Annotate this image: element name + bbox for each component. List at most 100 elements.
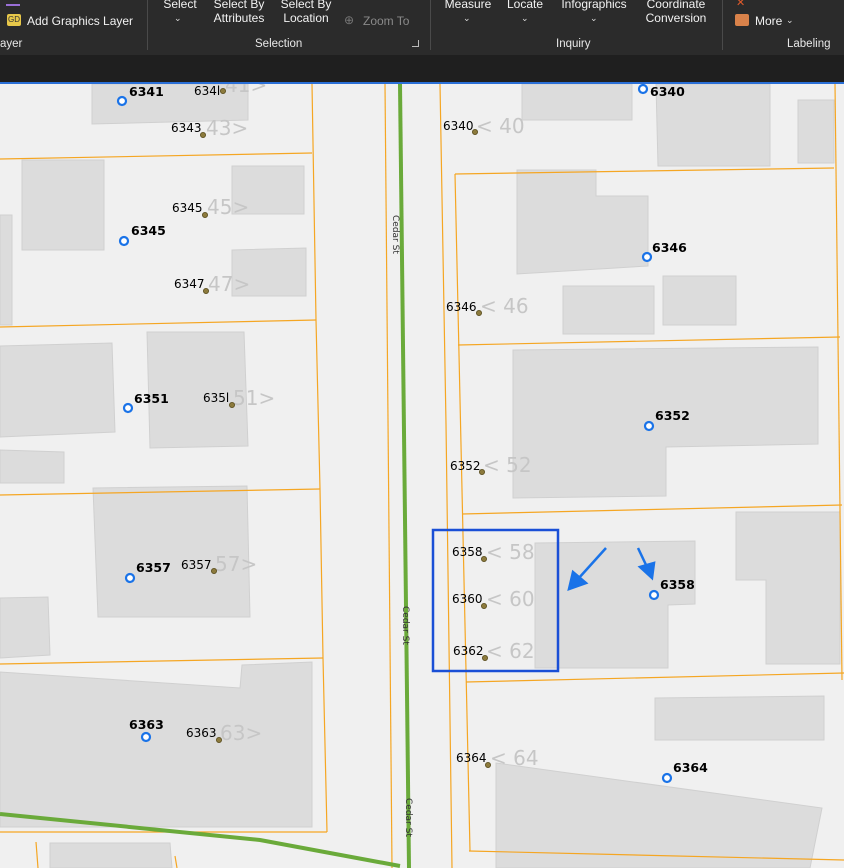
address-point[interactable] [124, 572, 136, 584]
coordinate-conversion-line1: Coordinate [646, 0, 706, 11]
ghost-label: 41> [225, 84, 267, 97]
select-by-location-line2: Location [283, 11, 329, 25]
labeling-group-label: Labeling [787, 38, 831, 50]
address-point-label: 6364 [673, 760, 708, 775]
select-by-attributes-line1: Select By [213, 0, 265, 11]
parcel-point-label: 6362 [453, 644, 484, 658]
parcel-point-label: 6343 [171, 121, 202, 135]
view-tab-strip [0, 55, 844, 82]
parcel-point-label: 6346 [446, 300, 477, 314]
select-button[interactable]: Select ⌄ [160, 0, 198, 28]
infographics-button[interactable]: Infographics ⌄ [556, 0, 632, 28]
parcel-point[interactable] [210, 568, 217, 575]
parcel-point-label: 6358 [452, 545, 483, 559]
ghost-label: 47> [208, 272, 250, 296]
ribbon-toolbar: GD Add Graphics Layer ayer Select ⌄ Sele… [0, 0, 844, 55]
select-by-attributes-line2: Attributes [213, 11, 265, 25]
building [0, 342, 116, 438]
zoom-to-button[interactable]: ⊕ Zoom To [342, 12, 417, 30]
parcel-point-label: 6340 [443, 119, 474, 133]
address-point[interactable] [648, 589, 660, 601]
address-point[interactable] [116, 95, 128, 107]
ghost-label: < 52 [483, 453, 532, 477]
parcel-point-label: 6360 [452, 592, 483, 606]
select-label: Select [163, 0, 197, 11]
dialog-launcher-icon[interactable] [412, 40, 419, 47]
address-point-label: 6341 [129, 84, 164, 99]
parcel-point-label: 635l [203, 391, 229, 405]
locate-label: Locate [506, 0, 544, 11]
chevron-down-icon: ⌄ [786, 15, 794, 25]
chevron-down-icon: ⌄ [590, 13, 598, 23]
building [797, 99, 835, 164]
selection-group-label: Selection [255, 38, 303, 50]
address-point[interactable] [637, 84, 649, 95]
building [21, 159, 105, 251]
select-by-location-button[interactable]: Select By Location [278, 0, 334, 28]
ghost-label: < 64 [490, 746, 539, 770]
parcel-point-label: 6363 [186, 726, 217, 740]
measure-button[interactable]: Measure ⌄ [440, 0, 496, 28]
address-point[interactable] [118, 235, 130, 247]
measure-label: Measure [444, 0, 492, 11]
parcel-point-label: 6345 [172, 201, 203, 215]
ghost-label: 51> [233, 386, 275, 410]
address-point-label: 6346 [652, 240, 687, 255]
parcel-point-label: 6364 [456, 751, 487, 765]
parcel-point[interactable] [201, 211, 208, 218]
label-class-icon [735, 14, 749, 26]
ghost-label: < 40 [476, 114, 525, 138]
building [562, 285, 655, 335]
ghost-label: < 60 [486, 587, 535, 611]
inquiry-group-label: Inquiry [556, 38, 591, 50]
ghost-label: 43> [206, 116, 248, 140]
parcel-point-label: 634l [194, 84, 220, 98]
building [662, 275, 737, 326]
add-graphics-layer-label: Add Graphics Layer [27, 14, 134, 28]
ghost-label: 63> [220, 721, 262, 745]
ghost-label: 45> [207, 195, 249, 219]
ghost-label: < 62 [486, 639, 535, 663]
parcel-point[interactable] [215, 737, 222, 744]
street-label: Cedar St [390, 215, 400, 254]
address-point[interactable] [643, 420, 655, 432]
ghost-label: < 46 [480, 294, 529, 318]
chevron-down-icon: ⌄ [174, 13, 182, 23]
address-point[interactable] [140, 731, 152, 743]
parcel-point[interactable] [219, 88, 226, 95]
building [0, 596, 51, 659]
street-label: Cedar St [400, 606, 410, 645]
parcel-point-label: 6352 [450, 459, 481, 473]
building [654, 695, 825, 741]
locate-button[interactable]: Locate ⌄ [502, 0, 548, 28]
building [0, 214, 13, 326]
parcel-point-label: 6347 [174, 277, 205, 291]
select-by-attributes-button[interactable]: Select By Attributes [208, 0, 270, 28]
map-view[interactable]: Cedar St Cedar St Cedar St 41> 43> 45> 4… [0, 84, 844, 868]
coordinate-conversion-line2: Conversion [645, 11, 707, 25]
more-button[interactable]: More ⌄ [733, 12, 797, 30]
ghost-label: < 58 [486, 540, 535, 564]
parcel-point[interactable] [228, 401, 235, 408]
layer-group-label: ayer [0, 38, 23, 50]
more-label: More [755, 14, 783, 28]
street-label: Cedar St [403, 798, 413, 837]
address-point-label: 6358 [660, 577, 695, 592]
address-point-label: 6351 [134, 391, 169, 406]
parcel-point-label: 6357 [181, 558, 212, 572]
address-point[interactable] [641, 251, 653, 263]
building [49, 842, 173, 868]
address-point-label: 6352 [655, 408, 690, 423]
zoom-to-label: Zoom To [363, 14, 410, 28]
zoom-to-icon: ⊕ [344, 13, 355, 27]
chevron-down-icon: ⌄ [521, 13, 529, 23]
chevron-down-icon: ⌄ [463, 13, 471, 23]
address-point-label: 6345 [131, 223, 166, 238]
address-point[interactable] [122, 402, 134, 414]
parcel-point[interactable] [475, 309, 482, 316]
coordinate-conversion-button[interactable]: Coordinate Conversion [640, 0, 712, 28]
building [0, 449, 65, 484]
address-point-label: 6363 [129, 717, 164, 732]
address-point[interactable] [661, 772, 673, 784]
address-point-label: 6357 [136, 560, 171, 575]
